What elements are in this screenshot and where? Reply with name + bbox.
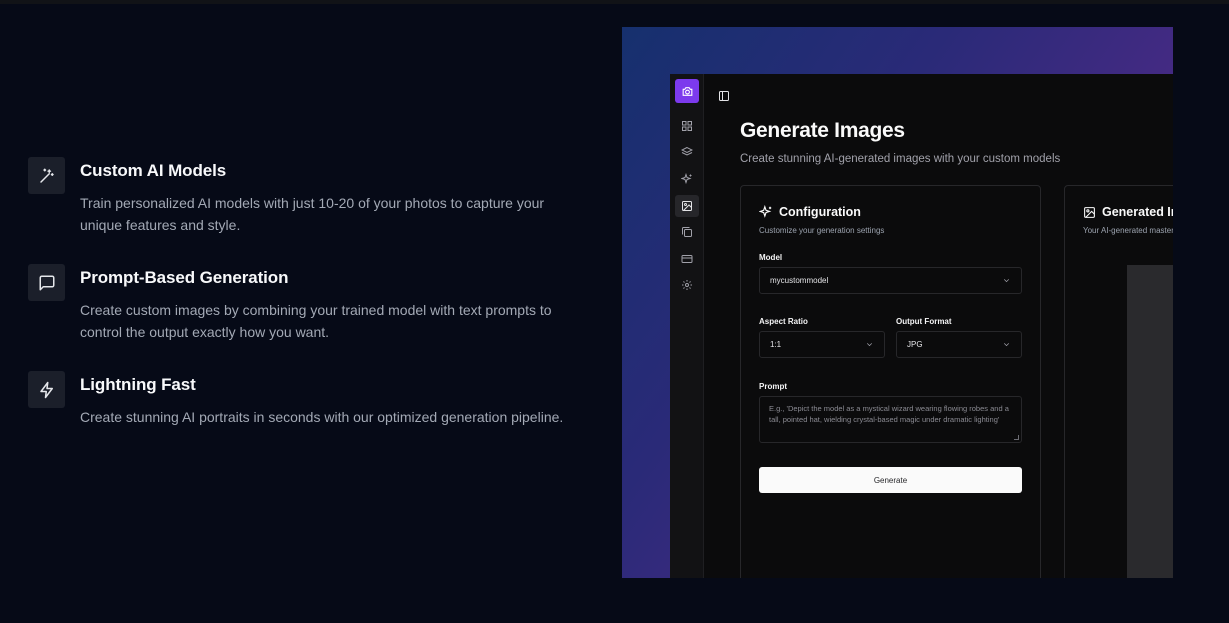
feature-description: Create custom images by combining your t… — [80, 302, 552, 340]
app-window: Generate Images Create stunning AI-gener… — [670, 74, 1173, 578]
aspect-ratio-value: 1:1 — [770, 340, 782, 349]
chevron-down-icon — [866, 343, 873, 347]
chevron-down-icon — [1003, 279, 1010, 283]
grid-icon[interactable] — [675, 115, 699, 137]
prompt-textarea[interactable]: E.g., 'Depict the model as a mystical wi… — [759, 396, 1022, 443]
feature-title: Custom AI Models — [80, 161, 227, 180]
image-preview-placeholder — [1127, 265, 1173, 578]
output-format-label: Output Format — [896, 317, 952, 326]
prompt-label: Prompt — [759, 382, 787, 391]
output-format-value: JPG — [907, 340, 923, 349]
feature-description: Train personalized AI models with just 1… — [80, 195, 545, 233]
aspect-ratio-label: Aspect Ratio — [759, 317, 808, 326]
generate-button[interactable]: Generate — [759, 467, 1022, 493]
images-icon[interactable] — [675, 221, 699, 243]
generated-images-header: Generated Images — [1083, 205, 1173, 219]
resize-handle[interactable] — [1014, 435, 1019, 440]
model-select[interactable]: mycustommodel — [759, 267, 1022, 294]
model-value: mycustommodel — [770, 276, 829, 285]
page-title: Generate Images — [740, 119, 905, 142]
configuration-card: Configuration Customize your generation … — [740, 185, 1041, 578]
page-subtitle: Create stunning AI-generated images with… — [740, 153, 1061, 165]
feature-lightning-fast: Lightning Fast Create stunning AI portra… — [28, 371, 588, 478]
feature-title: Lightning Fast — [80, 375, 196, 394]
generated-images-title: Generated Images — [1102, 205, 1173, 219]
magic-wand-icon — [28, 157, 65, 194]
credit-card-icon[interactable] — [675, 248, 699, 270]
gear-icon[interactable] — [675, 274, 699, 296]
prompt-placeholder: E.g., 'Depict the model as a mystical wi… — [769, 404, 1009, 424]
feature-title: Prompt-Based Generation — [80, 268, 289, 287]
sparkles-icon — [759, 205, 772, 218]
camera-icon[interactable] — [675, 79, 699, 103]
image-icon — [1084, 206, 1095, 218]
generated-images-subtitle: Your AI-generated masterpieces — [1083, 226, 1173, 235]
chevron-down-icon — [1003, 343, 1010, 347]
feature-custom-ai-models: Custom AI Models Train personalized AI m… — [28, 157, 588, 264]
lightning-icon — [28, 371, 65, 408]
image-icon[interactable] — [675, 195, 699, 217]
output-format-select[interactable]: JPG — [896, 331, 1022, 358]
feature-prompt-based-generation: Prompt-Based Generation Create custom im… — [28, 264, 588, 371]
aspect-ratio-select[interactable]: 1:1 — [759, 331, 885, 358]
features-list: Custom AI Models Train personalized AI m… — [28, 157, 588, 478]
feature-description: Create stunning AI portraits in seconds … — [80, 409, 564, 425]
configuration-subtitle: Customize your generation settings — [759, 226, 885, 235]
sparkles-icon[interactable] — [675, 168, 699, 190]
configuration-title: Configuration — [779, 205, 861, 219]
generated-images-card: Generated Images Your AI-generated maste… — [1064, 185, 1173, 578]
top-border — [0, 0, 1229, 4]
sidebar-toggle-icon[interactable] — [718, 89, 732, 103]
app-preview-frame: Generate Images Create stunning AI-gener… — [622, 27, 1173, 578]
main-content: Generate Images Create stunning AI-gener… — [705, 74, 1173, 578]
layers-icon[interactable] — [675, 141, 699, 163]
message-square-icon — [28, 264, 65, 301]
model-label: Model — [759, 253, 783, 262]
sidebar-rail — [670, 74, 704, 578]
configuration-header: Configuration — [759, 205, 861, 219]
